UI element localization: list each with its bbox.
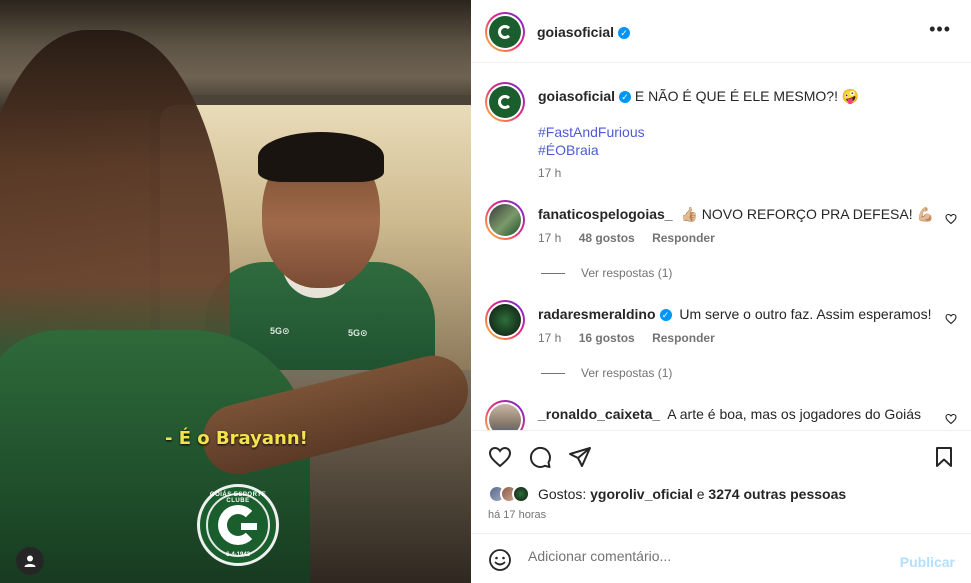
comment-body: _ronaldo_caixeta_ A arte é boa, mas os j… [538,406,922,422]
comment-body: fanaticospelogoias_ 👍🏼 NOVO REFORÇO PRA … [538,206,934,222]
post-header: goiasoficial ✓ ••• [471,0,971,63]
reply-button[interactable]: Responder [652,331,715,345]
commenter-username-link[interactable]: _ronaldo_caixeta_ [538,406,660,422]
reply-button[interactable]: Responder [652,231,715,245]
hashtag-link[interactable]: #FastAndFurious [538,124,645,140]
player-in-car-hair [258,132,384,182]
verified-badge-icon: ✓ [619,91,632,103]
heart-icon[interactable] [488,445,512,469]
comment-time: 17 h [538,331,562,345]
video-subtitle: - É o Brayann! [165,428,308,449]
post-caption: goiasoficial ✓ E NÃO É QUE É ELE MESMO?! … [538,88,859,105]
comment-likes-link[interactable]: 48 gostos [579,231,635,245]
commenter-avatar[interactable] [485,400,525,430]
club-logo-icon [497,94,513,110]
post-media[interactable]: 5G⊙ 5G⊙ - É o Brayann! GOIÁS ESPORTE CLU… [0,0,471,583]
post-timestamp[interactable]: há 17 horas [488,509,546,521]
share-icon[interactable] [568,445,592,469]
club-logo-icon [497,24,513,40]
comment-icon[interactable] [528,445,552,469]
commenter-avatar[interactable] [485,300,525,340]
crest-text-top: GOIÁS ESPORTE CLUBE [209,492,267,504]
comments-list[interactable]: goiasoficial ✓ E NÃO É QUE É ELE MESMO?! … [471,63,971,430]
comment-meta: 17 h 16 gostos Responder [538,331,729,345]
likes-summary: Gostos: ygoroliv_oficial e 3274 outras p… [488,485,846,503]
caption-author-avatar[interactable] [485,82,525,122]
commenter-username-link[interactable]: radaresmeraldino [538,306,656,322]
view-replies-button[interactable]: Ver respostas (1) [541,366,672,380]
comment-body: radaresmeraldino ✓ Um serve o outro faz. … [538,306,932,322]
club-crest-logo: GOIÁS ESPORTE CLUBE 6-4-1943 [197,484,279,566]
emoji-icon[interactable] [488,548,512,572]
other-likers-link[interactable]: 3274 outras pessoas [708,486,846,502]
post-detail-panel: goiasoficial ✓ ••• goiasoficial ✓ E NÃO É … [471,0,971,583]
sponsor-logo: 5G⊙ [348,328,368,338]
person-tag-icon[interactable] [16,547,44,575]
publish-button[interactable]: Publicar [900,554,955,570]
verified-badge-icon: ✓ [618,27,631,39]
author-username-link[interactable]: goiasoficial ✓ [537,24,631,40]
verified-badge-icon: ✓ [659,309,672,321]
liker-avatar[interactable] [512,485,530,503]
caption-author-link[interactable]: goiasoficial [538,88,615,104]
bookmark-icon[interactable] [932,445,956,469]
caption-text: E NÃO É QUE É ELE MESMO?! 🤪 [634,88,860,104]
crest-g-icon [218,505,258,545]
crest-text-bottom: 6-4-1943 [225,552,251,558]
comment-likes-link[interactable]: 16 gostos [579,331,635,345]
post-actions: Gostos: ygoroliv_oficial e 3274 outras p… [471,430,971,533]
commenter-avatar[interactable] [485,200,525,240]
comment-input[interactable] [528,548,888,564]
likers-avatars [488,485,530,503]
heart-icon[interactable] [945,413,957,425]
add-comment-bar: Publicar [471,533,971,583]
hashtag-link[interactable]: #ÉOBraia [538,142,599,158]
comment-time: 17 h [538,231,562,245]
heart-icon[interactable] [945,313,957,325]
caption-timestamp: 17 h [538,166,562,180]
likes-prefix: Gostos: [538,486,587,502]
view-replies-button[interactable]: Ver respostas (1) [541,266,672,280]
heart-icon[interactable] [945,213,957,225]
sponsor-logo: 5G⊙ [270,326,290,336]
author-avatar[interactable] [485,12,525,52]
liker-username-link[interactable]: ygoroliv_oficial [590,486,693,502]
more-horizontal-icon[interactable]: ••• [929,20,951,38]
comment-meta: 17 h 48 gostos Responder [538,231,729,245]
commenter-username-link[interactable]: fanaticospelogoias_ [538,206,673,222]
